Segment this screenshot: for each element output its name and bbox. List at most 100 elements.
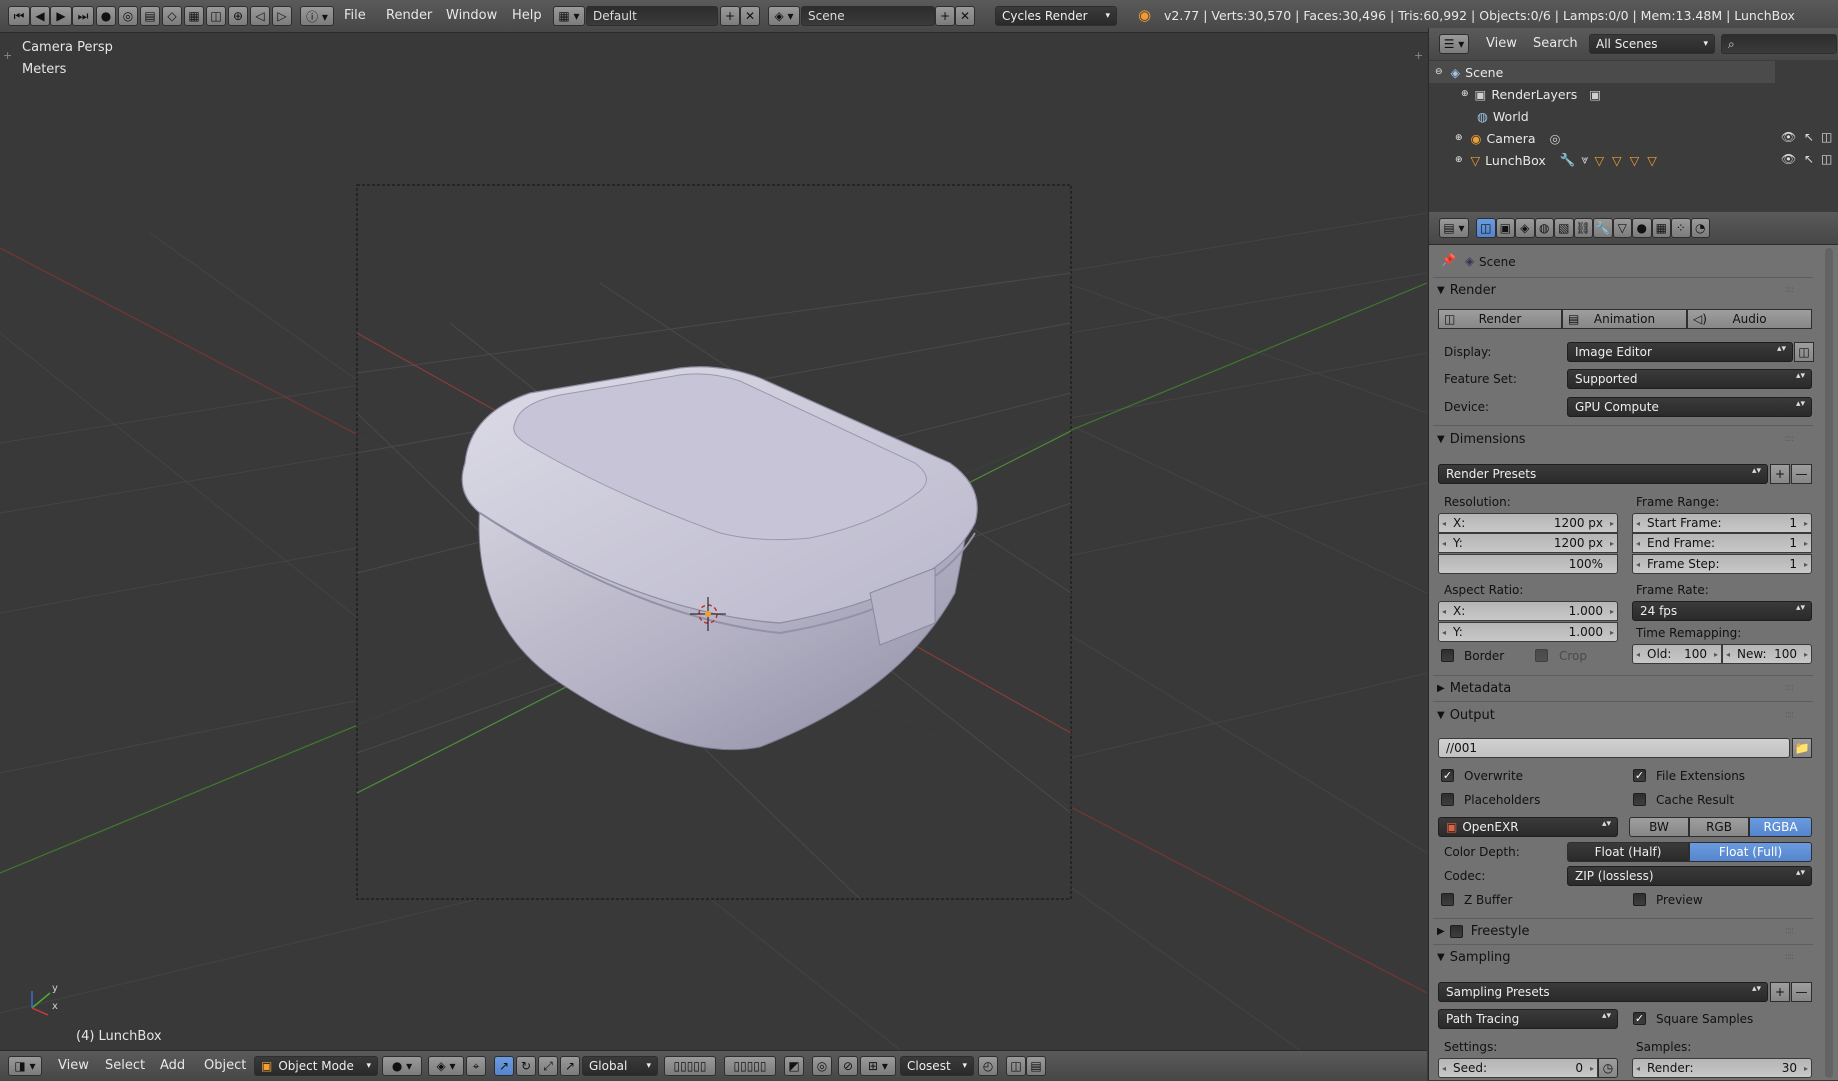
tab-particles-icon[interactable]: ⁘ [1671, 218, 1691, 238]
menu-render[interactable]: Render [386, 8, 432, 23]
device-dropdown[interactable]: GPU Compute ▴▾ [1567, 397, 1812, 417]
menu-window[interactable]: Window [446, 8, 497, 23]
region-toggle-left-icon[interactable]: + [3, 49, 12, 62]
render-presets-dropdown[interactable]: Render Presets ▴▾ [1438, 464, 1768, 484]
mode-dropdown[interactable]: ▣ Object Mode ▾ [254, 1056, 378, 1076]
transform-icon[interactable]: ↗ [560, 1056, 580, 1076]
editor-type-3dview-icon[interactable]: ◨ ▾ [8, 1056, 42, 1076]
render-samples-field[interactable]: ◂ Render: 30 ▸ [1632, 1058, 1812, 1078]
tab-material-icon[interactable]: ● [1632, 218, 1652, 238]
display-dropdown[interactable]: Image Editor ▴▾ [1567, 342, 1793, 362]
play-icon[interactable]: ▶ [50, 6, 72, 26]
tab-constraints-icon[interactable]: ⛓ [1573, 218, 1593, 238]
display-window-icon[interactable]: ◫ [1794, 342, 1814, 362]
properties-scrollbar[interactable] [1825, 248, 1833, 1078]
sampling-preset-add-icon[interactable]: + [1770, 982, 1790, 1002]
square-samples-checkbox[interactable]: ✓ [1633, 1012, 1646, 1025]
color-rgba-button[interactable]: RGBA [1749, 817, 1812, 837]
outliner-item-camera[interactable]: ⊕ ◉ Camera ◎ [1429, 127, 1774, 149]
scene-field[interactable]: Scene [801, 6, 935, 26]
region-toggle-right-icon[interactable]: + [1414, 49, 1423, 62]
tab-object-icon[interactable]: ▧ [1554, 218, 1574, 238]
keying-icon[interactable]: ◎ [118, 6, 138, 26]
jump-start-icon[interactable]: ⏮ [8, 6, 30, 26]
checker-icon[interactable]: ▦ [184, 6, 204, 26]
time-new-field[interactable]: ◂ New: 100 ▸ [1722, 644, 1812, 664]
lock-layers-icon[interactable]: ◩ [784, 1056, 804, 1076]
eye-icon[interactable]: 👁 [1781, 152, 1796, 166]
outliner-item-renderlayers[interactable]: ⊕ ▣ RenderLayers ▣ [1429, 83, 1774, 105]
output-path-field[interactable]: //001 [1438, 738, 1790, 758]
tab-data-icon[interactable]: ▽ [1612, 218, 1632, 238]
render-camera-icon[interactable]: ◫ [1821, 130, 1832, 144]
cursor-select-icon[interactable]: ↖ [1804, 152, 1814, 166]
cache-result-checkbox[interactable] [1633, 793, 1646, 806]
crop-checkbox[interactable] [1535, 649, 1548, 662]
tab-texture-icon[interactable]: ▦ [1651, 218, 1671, 238]
outliner-item-lunchbox[interactable]: ⊕ ▽ LunchBox 🔧 ⩔ ▽▽▽▽ [1429, 149, 1774, 171]
menu-view[interactable]: View [58, 1058, 89, 1073]
shading-solid-icon[interactable]: ● ▾ [382, 1056, 422, 1076]
layout-add-icon[interactable]: + [720, 6, 740, 26]
folder-browse-icon[interactable]: 📁 [1792, 738, 1812, 758]
opengl-render-icon[interactable]: ◫ [1006, 1056, 1026, 1076]
tab-renderlayers-icon[interactable]: ▣ [1495, 218, 1515, 238]
codec-dropdown[interactable]: ZIP (lossless) ▴▾ [1567, 866, 1812, 886]
depth-half-button[interactable]: Float (Half) [1567, 842, 1689, 862]
shield-icon[interactable]: ◇ [162, 6, 182, 26]
orientation-dropdown[interactable]: Global ▾ [582, 1056, 658, 1076]
panel-output-header[interactable]: ▼ Output :::: [1431, 704, 1817, 726]
sampling-preset-remove-icon[interactable]: — [1791, 982, 1812, 1002]
3d-viewport[interactable]: Camera Persp Meters (4) LunchBox x y + + [0, 33, 1427, 1050]
placeholders-checkbox[interactable] [1441, 793, 1454, 806]
tab-world-icon[interactable]: ◍ [1534, 218, 1554, 238]
layout-close-icon[interactable]: ✕ [740, 6, 760, 26]
menu-select[interactable]: Select [105, 1058, 145, 1073]
manipulator-toggle-icon[interactable]: ⌖ [466, 1056, 486, 1076]
snap-toggle-icon[interactable]: ⊘ [838, 1056, 858, 1076]
folder-new-icon[interactable]: ▤ [140, 6, 160, 26]
scene-icon[interactable]: ◈ ▾ [768, 6, 800, 26]
scene-close-icon[interactable]: ✕ [955, 6, 975, 26]
menu-add[interactable]: Add [160, 1058, 185, 1073]
panel-render-header[interactable]: ▼ Render :::: [1431, 279, 1817, 301]
render-camera-icon[interactable]: ◫ [1821, 152, 1832, 166]
audio-button[interactable]: ◁) Audio [1687, 309, 1812, 329]
editor-type-outliner-icon[interactable]: ☰ ▾ [1439, 34, 1469, 54]
outliner-menu-search[interactable]: Search [1533, 36, 1578, 51]
layout-grid-icon[interactable]: ▦ ▾ [553, 6, 585, 26]
drag-grip-icon[interactable]: :::: [1785, 710, 1794, 720]
eye-icon[interactable]: 👁 [1781, 130, 1796, 144]
snap-element-icon[interactable]: ⊞ ▾ [860, 1056, 896, 1076]
layers-grid-b[interactable]: ▯▯▯▯▯ [724, 1056, 776, 1076]
end-frame-field[interactable]: ◂ End Frame: 1 ▸ [1632, 533, 1812, 553]
preset-add-icon[interactable]: + [1770, 464, 1790, 484]
frame-rate-dropdown[interactable]: 24 fps ▴▾ [1632, 601, 1812, 621]
freestyle-checkbox[interactable] [1449, 924, 1463, 938]
outliner-item-world[interactable]: ◍ World [1429, 105, 1774, 127]
drag-grip-icon[interactable]: :::: [1785, 285, 1794, 295]
record-icon[interactable]: ● [96, 6, 116, 26]
sampling-presets-dropdown[interactable]: Sampling Presets ▴▾ [1438, 982, 1768, 1002]
tab-modifiers-icon[interactable]: 🔧 [1593, 218, 1613, 238]
color-rgb-button[interactable]: RGB [1689, 817, 1749, 837]
cursor-select-icon[interactable]: ↖ [1804, 130, 1814, 144]
layers-grid-a[interactable]: ▯▯▯▯▯ [664, 1056, 716, 1076]
outliner-filter-dropdown[interactable]: All Scenes ▾ [1589, 34, 1715, 54]
aspect-x-field[interactable]: ◂ X: 1.000 ▸ [1438, 601, 1618, 621]
panel-dimensions-header[interactable]: ▼ Dimensions :::: [1431, 428, 1817, 450]
render-engine-dropdown[interactable]: Cycles Render ▾ [995, 6, 1117, 26]
panel-sampling-header[interactable]: ▼ Sampling :::: [1431, 946, 1817, 968]
menu-object[interactable]: Object [204, 1058, 246, 1073]
frame-step-field[interactable]: ◂ Frame Step: 1 ▸ [1632, 554, 1812, 574]
border-checkbox[interactable] [1441, 649, 1454, 662]
proportional-edit-icon[interactable]: ◎ [812, 1056, 832, 1076]
outliner-search-input[interactable]: ⌕ [1721, 34, 1837, 54]
color-bw-button[interactable]: BW [1629, 817, 1689, 837]
arrow-left-icon[interactable]: ◁ [250, 6, 270, 26]
integrator-dropdown[interactable]: Path Tracing ▴▾ [1438, 1009, 1618, 1029]
animation-button[interactable]: ▤ Animation [1562, 309, 1687, 329]
scale-icon[interactable]: ⤢ [538, 1056, 558, 1076]
animated-seed-icon[interactable]: ◷ [1598, 1058, 1618, 1078]
overwrite-checkbox[interactable]: ✓ [1441, 769, 1454, 782]
